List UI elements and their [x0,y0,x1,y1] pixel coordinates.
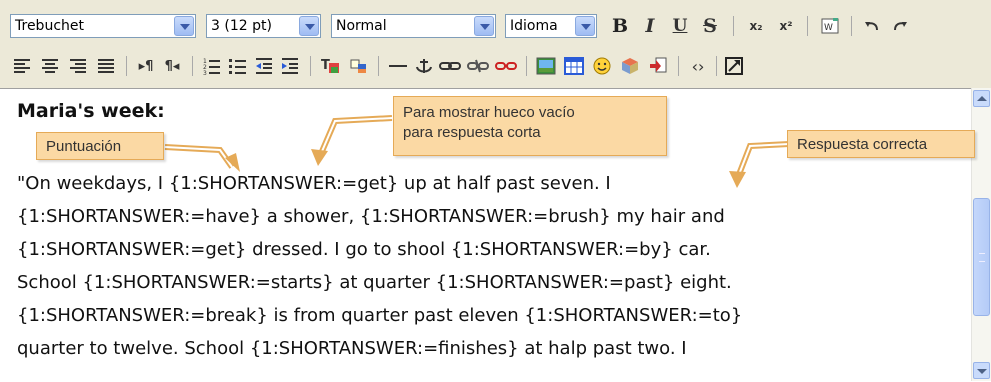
editor-text-line: quarter to twelve. School {1:SHORTANSWER… [17,338,687,359]
svg-text:T: T [321,58,330,73]
bold-button[interactable]: B [606,12,634,40]
score-callout: Puntuación [36,132,164,160]
indent-icon[interactable] [276,52,304,80]
ordered-list-icon[interactable]: 123 [198,52,226,80]
background-color-icon[interactable] [344,52,372,80]
bullet-list-icon[interactable] [224,52,252,80]
blank-callout-line-2: para respuesta corta [403,124,541,141]
italic-button[interactable]: I [636,12,664,40]
font-size-value: 3 (12 pt) [211,18,272,34]
toolbar-row-1: Trebuchet 3 (12 pt) Normal Idioma B I U … [0,4,991,44]
editor-text-line: {1:SHORTANSWER:=break} is from quarter p… [17,305,743,326]
language-value: Idioma [510,18,558,34]
scroll-up-arrow-icon[interactable] [973,90,990,107]
strikethrough-button[interactable]: S [696,12,724,40]
svg-text:3: 3 [203,70,207,75]
insert-image-icon[interactable] [532,52,560,80]
chevron-down-icon[interactable] [575,16,595,36]
toolbar-separator [678,56,679,76]
chevron-down-icon[interactable] [299,16,319,36]
editor-heading: Maria's week: [17,100,165,122]
link-icon[interactable] [436,52,464,80]
toolbar-separator [378,56,379,76]
word-clean-icon[interactable]: W [816,12,844,40]
correct-answer-callout: Respuesta correcta [787,130,975,158]
smiley-icon[interactable] [588,52,616,80]
svg-text:W: W [824,23,833,33]
blank-callout: Para mostrar hueco vacío para respuesta … [393,96,667,156]
nolink-icon[interactable] [492,52,520,80]
superscript-button[interactable]: x² [772,12,800,40]
chevron-down-icon[interactable] [474,16,494,36]
toolbar-separator [733,16,734,36]
language-select[interactable]: Idioma [505,14,597,38]
html-source-icon[interactable]: ‹› [684,52,712,80]
toolbar-separator [192,56,193,76]
format-value: Normal [336,18,387,34]
align-right-icon[interactable] [64,52,92,80]
toolbar-separator [126,56,127,76]
horizontal-rule-icon[interactable] [384,52,412,80]
subscript-button[interactable]: x₂ [742,12,770,40]
editor-toolbar: Trebuchet 3 (12 pt) Normal Idioma B I U … [0,0,991,88]
special-char-icon[interactable] [616,52,644,80]
underline-button[interactable]: U [666,12,694,40]
undo-icon[interactable] [858,12,886,40]
anchor-icon[interactable] [410,52,438,80]
chevron-down-icon[interactable] [174,16,194,36]
redo-icon[interactable] [886,12,914,40]
toolbar-row-2: ▸¶ ¶◂ 123 T ‹› [0,44,991,84]
font-family-value: Trebuchet [15,18,84,34]
justify-icon[interactable] [92,52,120,80]
unlink-icon[interactable] [464,52,492,80]
toolbar-separator [716,56,717,76]
toolbar-separator [310,56,311,76]
editor-text-line: School {1:SHORTANSWER:=starts} at quarte… [17,272,732,293]
blank-callout-line-1: Para mostrar hueco vacío [403,104,575,121]
font-size-select[interactable]: 3 (12 pt) [206,14,321,38]
fullscreen-icon[interactable] [720,52,748,80]
search-replace-icon[interactable] [644,52,672,80]
text-color-icon[interactable]: T [316,52,344,80]
toolbar-separator [526,56,527,76]
editor-text-line: {1:SHORTANSWER:=get} dressed. I go to sh… [17,239,711,260]
ltr-icon[interactable]: ▸¶ [132,52,160,80]
editor-text-line: "On weekdays, I {1:SHORTANSWER:=get} up … [17,173,611,194]
align-left-icon[interactable] [8,52,36,80]
toolbar-separator [807,16,808,36]
score-callout-label: Puntuación [46,138,122,155]
editor-text-line: {1:SHORTANSWER:=have} a shower, {1:SHORT… [17,206,725,227]
format-select[interactable]: Normal [331,14,496,38]
scrollbar-thumb[interactable] [973,198,990,316]
toolbar-separator [851,16,852,36]
scroll-down-arrow-icon[interactable] [973,362,990,379]
correct-answer-callout-label: Respuesta correcta [797,136,928,153]
outdent-icon[interactable] [250,52,278,80]
align-center-icon[interactable] [36,52,64,80]
rtl-icon[interactable]: ¶◂ [158,52,186,80]
font-family-select[interactable]: Trebuchet [10,14,196,38]
insert-table-icon[interactable] [560,52,588,80]
